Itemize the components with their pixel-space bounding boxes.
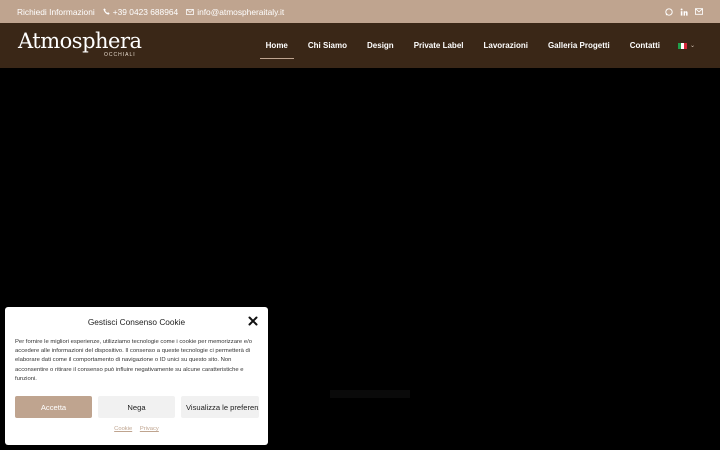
email-link[interactable]: info@atmospheraitaly.it <box>186 7 284 17</box>
whatsapp-icon[interactable] <box>664 7 673 16</box>
email-address: info@atmospheraitaly.it <box>197 6 285 17</box>
menu-item-galleria-progetti[interactable]: Galleria Progetti <box>538 35 620 57</box>
view-preferences-button[interactable]: Visualizza le preferenze <box>181 396 259 418</box>
menu-item-lavorazioni[interactable]: Lavorazioni <box>474 35 538 57</box>
cookie-policy-links: Cookie Privacy <box>5 426 268 432</box>
info-request-label: Richiedi Informazioni <box>17 6 95 17</box>
phone-number: +39 0423 688964 <box>112 6 179 17</box>
italy-flag-icon <box>677 42 687 49</box>
menu-item-private-label[interactable]: Private Label <box>404 35 474 57</box>
accept-button[interactable]: Accetta <box>15 396 92 418</box>
phone-icon <box>103 8 110 15</box>
social-links <box>664 7 703 16</box>
email-icon[interactable] <box>694 7 703 16</box>
chevron-down-icon: ⌄ <box>689 43 695 49</box>
language-selector[interactable]: ⌄ <box>670 42 720 49</box>
cookie-dialog-title: Gestisci Consenso Cookie <box>87 317 186 327</box>
linkedin-icon[interactable] <box>679 7 688 16</box>
main-menu: Home Chi Siamo Design Private Label Lavo… <box>256 23 720 68</box>
menu-item-chi-siamo[interactable]: Chi Siamo <box>298 35 357 57</box>
cookie-policy-link[interactable]: Cookie <box>114 426 132 432</box>
menu-item-home[interactable]: Home <box>256 35 298 59</box>
cookie-dialog-text: Per fornire le migliori esperienze, util… <box>15 339 253 382</box>
info-request-link[interactable]: Richiedi Informazioni <box>17 7 95 17</box>
top-info-bar: Richiedi Informazioni +39 0423 688964 in… <box>0 0 720 23</box>
hero-caption-shadow <box>330 390 410 398</box>
phone-link[interactable]: +39 0423 688964 <box>103 7 178 17</box>
menu-item-design[interactable]: Design <box>357 35 404 57</box>
menu-item-contatti[interactable]: Contatti <box>620 35 670 57</box>
logo-text: Atmosphera <box>18 29 142 53</box>
close-icon[interactable] <box>248 316 258 326</box>
deny-button[interactable]: Nega <box>98 396 175 418</box>
main-header: Atmosphera OCCHIALI Home Chi Siamo Desig… <box>0 23 720 68</box>
mail-icon <box>186 8 194 15</box>
cookie-consent-dialog: Gestisci Consenso Cookie Per fornire le … <box>5 307 268 445</box>
site-logo[interactable]: Atmosphera OCCHIALI <box>18 29 142 58</box>
privacy-policy-link[interactable]: Privacy <box>140 426 159 432</box>
logo-subtitle: OCCHIALI <box>104 52 136 58</box>
